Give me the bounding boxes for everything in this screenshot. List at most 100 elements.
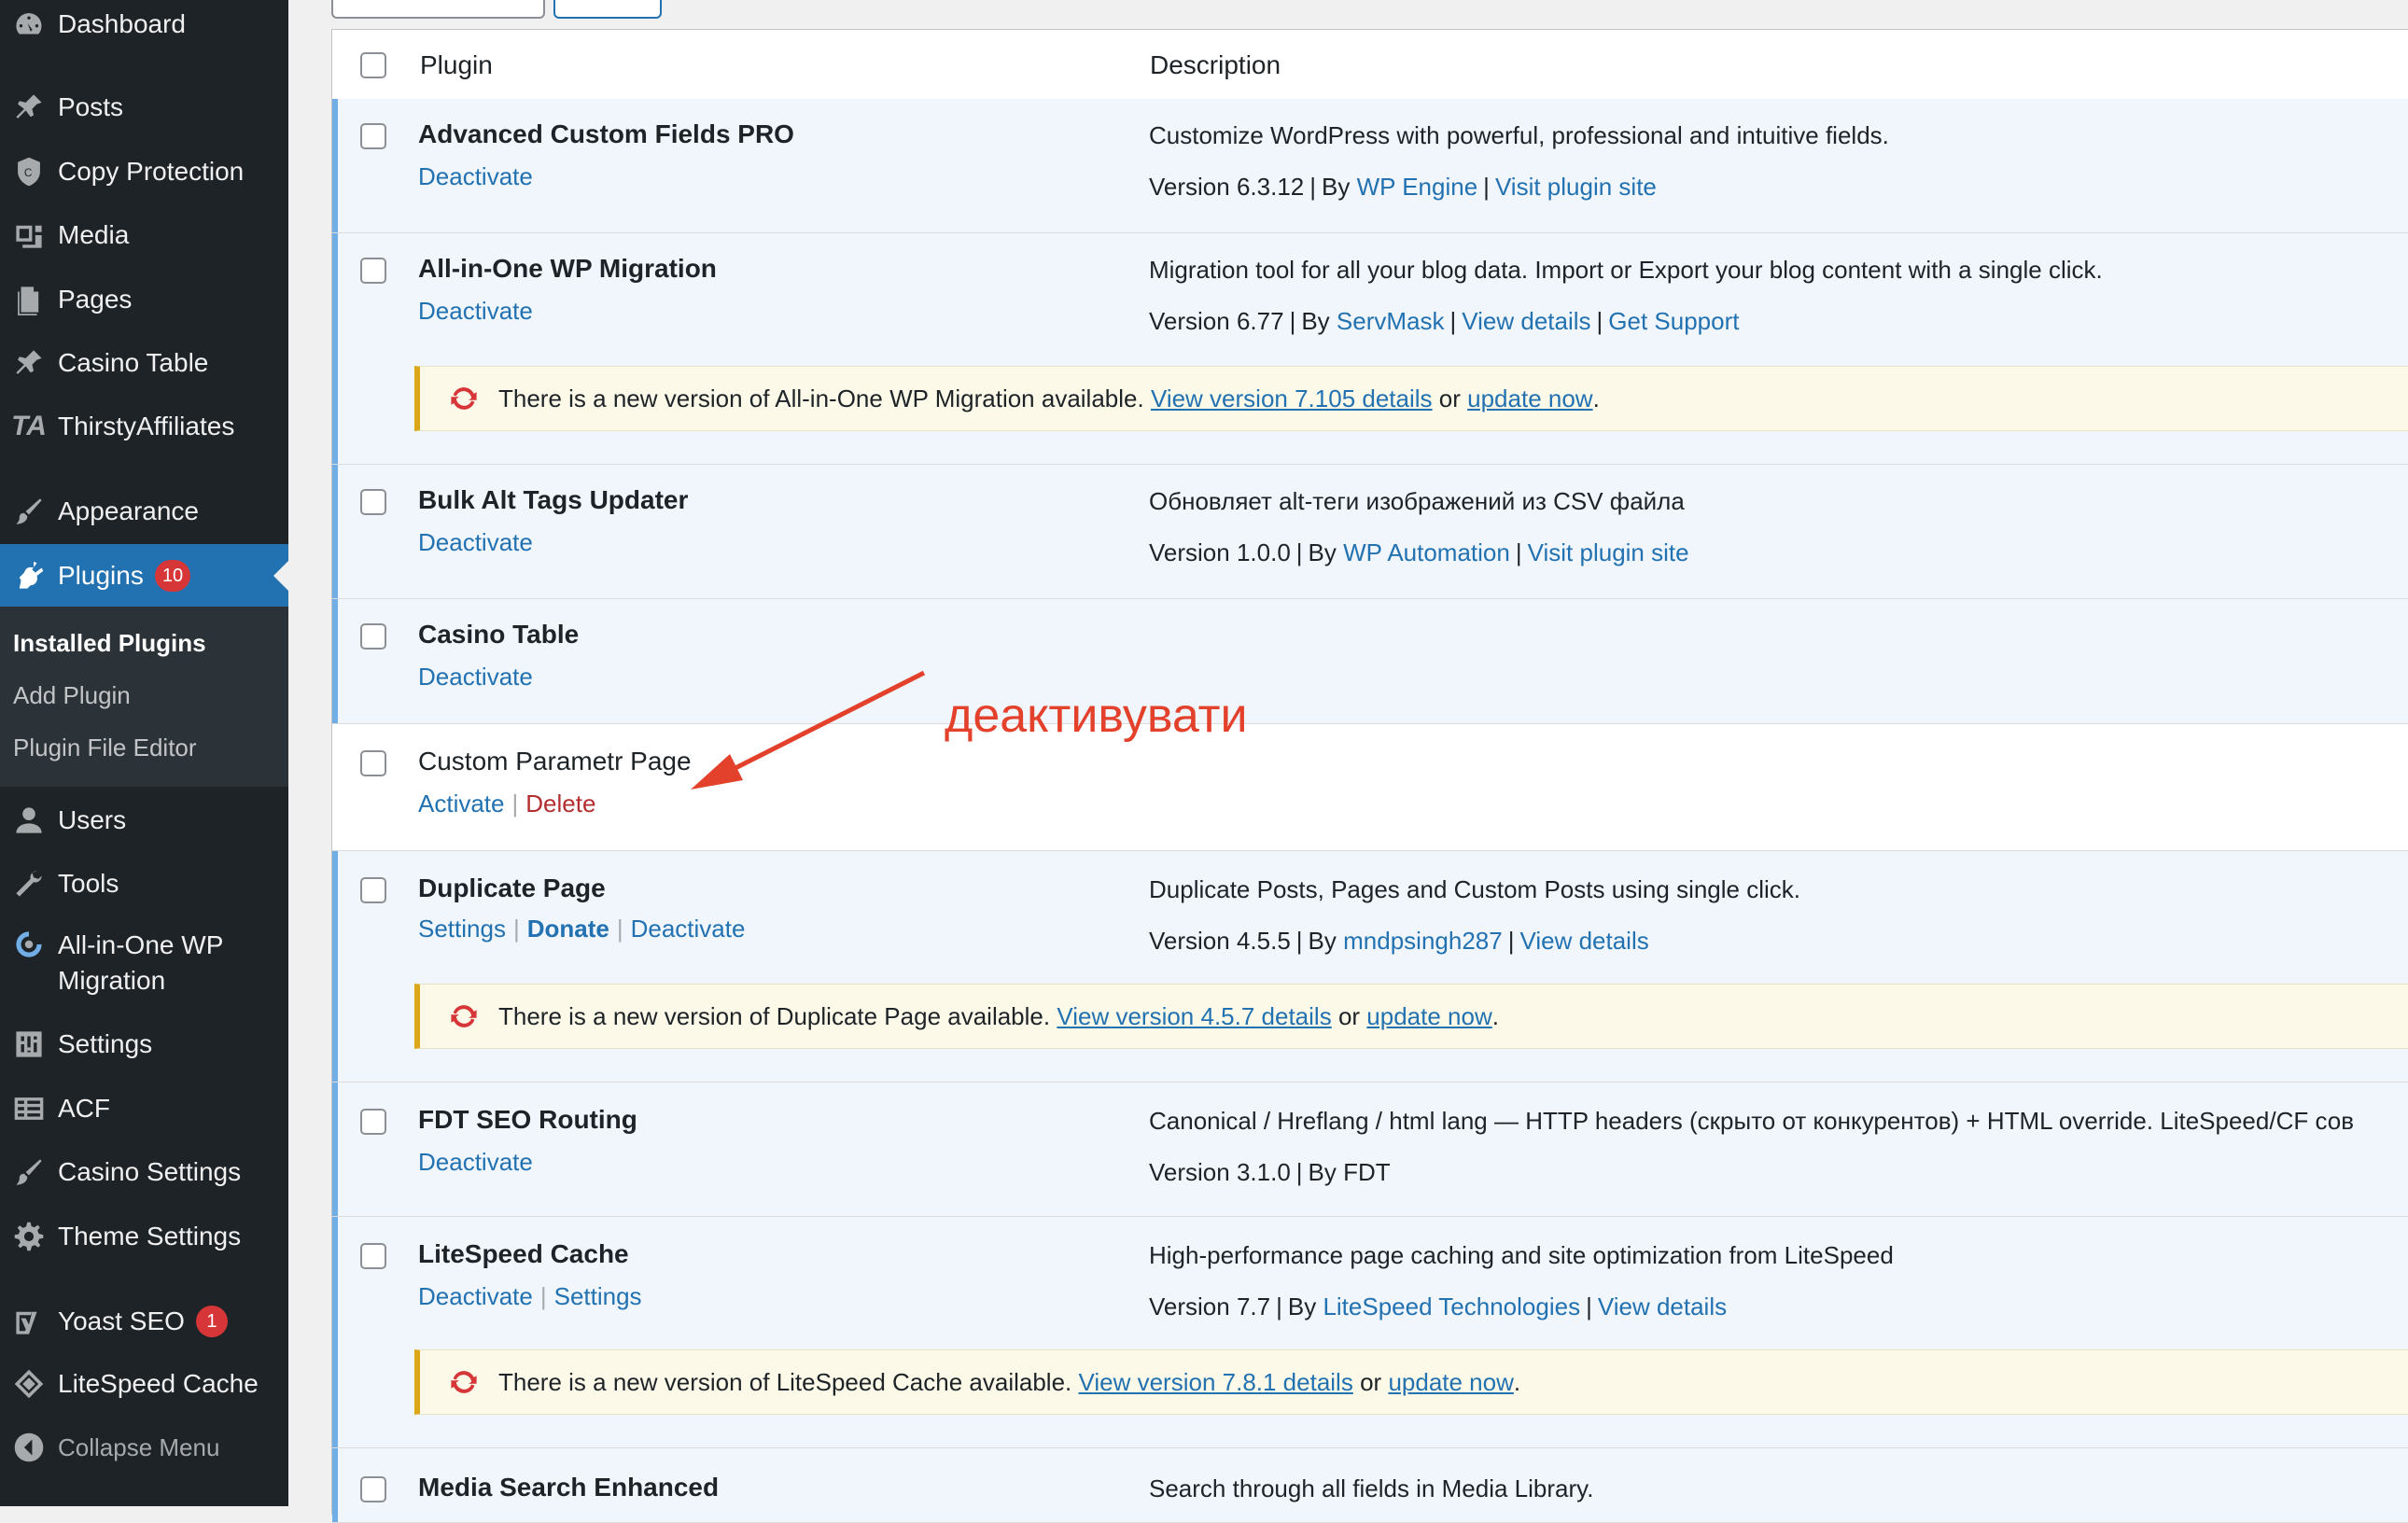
settings-icon (0, 1028, 58, 1060)
sidebar-item-label: Casino Settings (58, 1157, 242, 1186)
apply-button[interactable] (553, 0, 662, 19)
view-details-link[interactable]: View details (1519, 927, 1648, 955)
deactivate-link[interactable]: Deactivate (418, 663, 533, 691)
collapse-icon (0, 1432, 58, 1463)
deactivate-link[interactable]: Deactivate (418, 162, 533, 190)
author-link[interactable]: mndpsingh287 (1343, 927, 1503, 955)
visit-plugin-site-link[interactable]: Visit plugin site (1528, 538, 1689, 566)
get-support-link[interactable]: Get Support (1608, 307, 1739, 335)
pin-icon (0, 91, 58, 123)
by-text: By FDT (1308, 1158, 1391, 1186)
sidebar-item-dashboard[interactable]: Dashboard (0, 0, 288, 56)
plugin-version: Version 1.0.0 (1149, 538, 1291, 566)
collapse-menu-button[interactable]: Collapse Menu (0, 1416, 288, 1479)
sidebar-item-all-in-one-wp-migration[interactable]: All-in-One WP Migration (0, 921, 288, 1005)
plugin-checkbox[interactable] (360, 1109, 386, 1135)
author-link[interactable]: WP Automation (1343, 538, 1510, 566)
view-version-details-link[interactable]: View version 4.5.7 details (1057, 1002, 1331, 1031)
plugin-version: Version 6.77 (1149, 307, 1284, 335)
update-notice: There is a new version of All-in-One WP … (414, 366, 2408, 431)
update-icon (451, 1371, 477, 1393)
deactivate-link[interactable]: Deactivate (418, 528, 533, 556)
plugin-checkbox[interactable] (360, 123, 386, 149)
by-text: By (1308, 927, 1337, 955)
settings-link[interactable]: Settings (418, 915, 506, 943)
author-link[interactable]: ServMask (1337, 307, 1445, 335)
deactivate-link[interactable]: Deactivate (418, 1148, 533, 1176)
sidebar-item-copy-protection[interactable]: C Copy Protection (0, 140, 288, 203)
delete-link[interactable]: Delete (525, 789, 595, 817)
by-text: By (1308, 538, 1337, 566)
plugin-version: Version 3.1.0 (1149, 1158, 1291, 1186)
activate-link[interactable]: Activate (418, 789, 505, 817)
plugin-actions: Deactivate (418, 528, 533, 557)
view-version-details-link[interactable]: View version 7.8.1 details (1078, 1368, 1352, 1397)
view-details-link[interactable]: View details (1462, 307, 1590, 335)
plugin-name: Duplicate Page (418, 873, 606, 902)
update-now-link[interactable]: update now (1388, 1368, 1513, 1397)
sidebar-item-theme-settings[interactable]: Theme Settings (0, 1205, 288, 1268)
plugin-meta: Version 6.3.12 | By WP Engine | Visit plugin… (1149, 173, 1657, 201)
sidebar-item-posts[interactable]: Posts (0, 76, 288, 139)
plugin-checkbox[interactable] (360, 877, 386, 903)
by-text: By (1287, 1292, 1317, 1320)
submenu-installed-plugins[interactable]: Installed Plugins (13, 629, 206, 658)
dashboard-icon (0, 8, 58, 40)
deactivate-link[interactable]: Deactivate (631, 915, 746, 943)
author-link[interactable]: LiteSpeed Technologies (1323, 1292, 1580, 1320)
sidebar-item-casino-settings[interactable]: Casino Settings (0, 1140, 288, 1204)
submenu-plugin-file-editor[interactable]: Plugin File Editor (13, 734, 197, 762)
update-now-link[interactable]: update now (1467, 384, 1592, 413)
plugin-version: Version 6.3.12 (1149, 173, 1305, 201)
plugin-description: Search through all fields in Media Libra… (1149, 1474, 1594, 1502)
plugin-actions: Activate | Delete (418, 789, 596, 817)
view-details-link[interactable]: View details (1598, 1292, 1727, 1320)
plugin-name: Custom Parametr Page (418, 747, 692, 775)
sidebar-item-tools[interactable]: Tools (0, 852, 288, 915)
sidebar-item-appearance[interactable]: Appearance (0, 480, 288, 543)
sidebar-item-casino-table[interactable]: Casino Table (0, 331, 288, 395)
bulk-actions-select[interactable] (331, 0, 545, 19)
period: . (1491, 1001, 1499, 1030)
plugin-actions: Deactivate (418, 663, 533, 692)
sidebar-item-label: LiteSpeed Cache (58, 1369, 259, 1398)
plugin-checkbox[interactable] (360, 623, 386, 650)
submenu-add-plugin[interactable]: Add Plugin (13, 681, 131, 710)
update-notice-text: There is a new version of Duplicate Page… (498, 1001, 1051, 1030)
plugin-name: FDT SEO Routing (418, 1105, 637, 1134)
plugin-row-casino-table: Casino Table Deactivate (332, 599, 2408, 724)
plugin-checkbox[interactable] (360, 1476, 386, 1502)
update-now-link[interactable]: update now (1366, 1002, 1491, 1031)
plugin-meta: Version 4.5.5 | By mndpsingh287 | View detai… (1149, 927, 1649, 955)
donate-link[interactable]: Donate (527, 915, 609, 943)
plugin-checkbox[interactable] (360, 489, 386, 515)
litespeed-icon (0, 1368, 58, 1400)
pin-icon (0, 347, 58, 379)
view-version-details-link[interactable]: View version 7.105 details (1151, 384, 1433, 413)
sidebar-item-media[interactable]: Media (0, 203, 288, 267)
sidebar-item-pages[interactable]: Pages (0, 268, 288, 331)
sidebar-item-label: Pages (58, 285, 133, 314)
pages-icon (0, 284, 58, 315)
plugin-name: Media Search Enhanced (418, 1473, 720, 1502)
plugin-checkbox[interactable] (360, 1243, 386, 1269)
update-notice-text: There is a new version of All-in-One WP … (498, 384, 1144, 412)
author-link[interactable]: WP Engine (1357, 173, 1478, 201)
deactivate-link[interactable]: Deactivate (418, 297, 533, 325)
sidebar-item-yoast-seo[interactable]: Yoast SEO 1 (0, 1290, 288, 1353)
sidebar-item-acf[interactable]: ACF (0, 1077, 288, 1140)
settings-link[interactable]: Settings (554, 1282, 642, 1310)
select-all-checkbox[interactable] (360, 52, 386, 78)
deactivate-link[interactable]: Deactivate (418, 1282, 533, 1310)
plugin-icon (0, 560, 58, 592)
sidebar-item-label: Collapse Menu (58, 1432, 220, 1461)
sidebar-item-settings[interactable]: Settings (0, 1013, 288, 1076)
sidebar-item-thirstyaffiliates[interactable]: TA ThirstyAffiliates (0, 395, 288, 458)
plugin-checkbox[interactable] (360, 750, 386, 776)
visit-plugin-site-link[interactable]: Visit plugin site (1495, 173, 1657, 201)
sidebar-item-users[interactable]: Users (0, 789, 288, 852)
sidebar-item-plugins[interactable]: Plugins 10 (0, 544, 288, 608)
yoast-icon (0, 1306, 58, 1337)
plugin-checkbox[interactable] (360, 258, 386, 284)
sidebar-item-litespeed-cache[interactable]: LiteSpeed Cache (0, 1352, 288, 1416)
